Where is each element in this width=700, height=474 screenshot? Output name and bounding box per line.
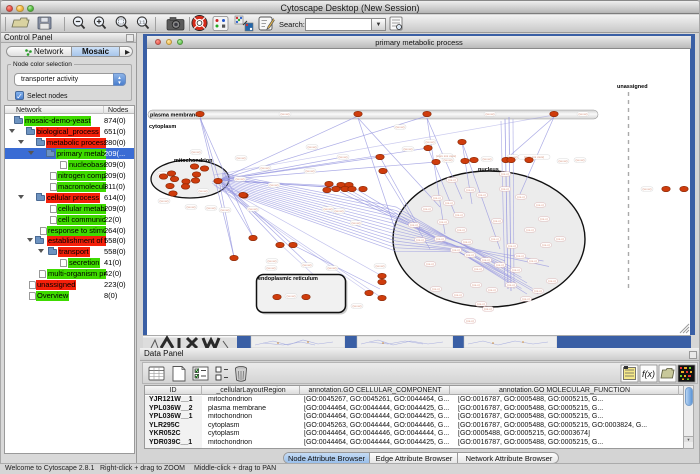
svg-text:(xx-xx): (xx-xx) [376, 264, 385, 268]
svg-text:(xx-xx): (xx-xx) [303, 263, 312, 267]
svg-text:(xx-xx): (xx-xx) [483, 157, 492, 161]
svg-text:(xx-x): (xx-x) [516, 254, 524, 258]
svg-text:(xx-xx): (xx-xx) [237, 156, 246, 160]
svg-text:unassigned: unassigned [617, 84, 648, 90]
svg-text:(xx-x): (xx-x) [501, 172, 509, 176]
svg-text:(xx-x): (xx-x) [463, 240, 471, 244]
svg-text:(xx-x): (xx-x) [540, 217, 548, 221]
svg-text:(xx-xx): (xx-xx) [396, 125, 405, 129]
svg-text:(xx-x): (xx-x) [416, 238, 424, 242]
svg-text:cytoplasm: cytoplasm [149, 124, 176, 130]
svg-text:(xx-x): (xx-x) [439, 220, 447, 224]
svg-text:(xx-x): (xx-x) [482, 258, 490, 262]
svg-text:(xx-x): (xx-x) [455, 213, 463, 217]
svg-text:(xx-xx): (xx-xx) [207, 206, 216, 210]
svg-text:(xx-xx): (xx-xx) [404, 147, 413, 151]
svg-text:(xx-x): (xx-x) [432, 287, 440, 291]
svg-text:(xx-x): (xx-x) [488, 288, 496, 292]
svg-text:endoplasmic reticulum: endoplasmic reticulum [258, 276, 318, 282]
svg-text:(xx-xx): (xx-xx) [308, 145, 317, 149]
svg-text:(xx-xx): (xx-xx) [270, 183, 279, 187]
svg-text:(xx-xx): (xx-xx) [199, 189, 208, 193]
svg-text:(xx-x): (xx-x) [410, 223, 418, 227]
svg-text:(xx-xx): (xx-xx) [486, 112, 495, 116]
svg-text:mitochondrion: mitochondrion [174, 158, 213, 164]
svg-text:(xx-x): (xx-x) [556, 237, 564, 241]
svg-text:(xx-x): (xx-x) [507, 283, 515, 287]
svg-text:(xx-x): (xx-x) [445, 201, 453, 205]
svg-text:(xx-x): (xx-x) [526, 228, 534, 232]
svg-text:(xx-x): (xx-x) [517, 195, 525, 199]
svg-text:(xx-x): (xx-x) [548, 279, 556, 283]
svg-text:(xx-xx): (xx-xx) [160, 199, 169, 203]
svg-text:(xx-x): (xx-x) [433, 196, 441, 200]
svg-text:(xx-x): (xx-x) [493, 219, 501, 223]
svg-text:(xx-xx): (xx-xx) [353, 304, 362, 308]
svg-text:f(x): f(x) [642, 369, 655, 379]
svg-text:(xx-xx): (xx-xx) [335, 209, 344, 213]
svg-text:(xx-x): (xx-x) [542, 243, 550, 247]
svg-text:(xx-x): (xx-x) [508, 244, 516, 248]
svg-text:(xx-xx): (xx-xx) [426, 140, 435, 144]
svg-text:(xx-x): (xx-x) [454, 293, 462, 297]
svg-text:(xx-x): (xx-x) [477, 302, 485, 306]
svg-text:(xx-x): (xx-x) [436, 237, 444, 241]
svg-text:(xx-xx): (xx-xx) [576, 158, 585, 162]
svg-text:nucleus: nucleus [478, 167, 499, 173]
svg-text:(xx-x): (xx-x) [534, 289, 542, 293]
svg-text:(xx-x): (xx-x) [457, 228, 465, 232]
svg-text:(xx-x): (xx-x) [512, 268, 520, 272]
svg-text:(xx-xx): (xx-xx) [352, 221, 361, 225]
svg-text:(xx-x): (xx-x) [423, 207, 431, 211]
svg-text:(xx-x): (xx-x) [472, 283, 480, 287]
svg-text:(xx-xx): (xx-xx) [261, 166, 270, 170]
svg-text:(xx-x): (xx-x) [474, 267, 482, 271]
svg-text:(xx-xx): (xx-xx) [287, 294, 296, 298]
svg-text:(xx-x): (xx-x) [496, 263, 504, 267]
svg-text:plasma membrane: plasma membrane [150, 113, 198, 119]
svg-text:(xx-x): (xx-x) [452, 248, 460, 252]
svg-text:(xx-x): (xx-x) [466, 319, 474, 323]
svg-text:(xx-x): (xx-x) [501, 187, 509, 191]
svg-text:(xx-x): (xx-x) [426, 262, 434, 266]
svg-text:(xx-xx): (xx-xx) [559, 159, 568, 163]
svg-text:(xx-xx): (xx-xx) [579, 112, 588, 116]
svg-text:(xx-x): (xx-x) [448, 178, 456, 182]
svg-text:(xx-x): (xx-x) [529, 259, 537, 263]
svg-text:(xx-x): (xx-x) [536, 203, 544, 207]
svg-text:(xx-xx): (xx-xx) [221, 208, 230, 212]
svg-text:(xx-xx): (xx-xx) [268, 259, 277, 263]
svg-text:(xx-xx): (xx-xx) [249, 207, 258, 211]
svg-text:(xx-x): (xx-x) [484, 307, 492, 311]
svg-text:(xx-xx): (xx-xx) [187, 205, 196, 209]
svg-text:(xx-x): (xx-x) [466, 253, 474, 257]
svg-text:(xx-x): (xx-x) [491, 237, 499, 241]
svg-text:(xx-xx): (xx-xx) [236, 177, 245, 181]
svg-text:(xx-xx): (xx-xx) [306, 169, 315, 173]
svg-text:(xx-x): (xx-x) [466, 188, 474, 192]
svg-text:(xx-xx): (xx-xx) [267, 266, 276, 270]
svg-text:(xx-xx): (xx-xx) [444, 158, 453, 162]
svg-text:(xx-xx): (xx-xx) [192, 150, 201, 154]
svg-text:(xx-xx): (xx-xx) [643, 187, 652, 191]
svg-text:(xxxx xxx xxxx): (xxxx xxx xxxx) [436, 154, 456, 158]
svg-text:(xx-xx): (xx-xx) [324, 207, 333, 211]
svg-text:(xx-xx): (xx-xx) [339, 155, 348, 159]
svg-text:(xx-xx): (xx-xx) [281, 112, 290, 116]
svg-text:(xx-x): (xx-x) [478, 193, 486, 197]
svg-text:1:1: 1:1 [139, 20, 146, 25]
svg-text:(xx-x): (xx-x) [522, 297, 530, 301]
svg-text:(xx-xx): (xx-xx) [328, 266, 337, 270]
